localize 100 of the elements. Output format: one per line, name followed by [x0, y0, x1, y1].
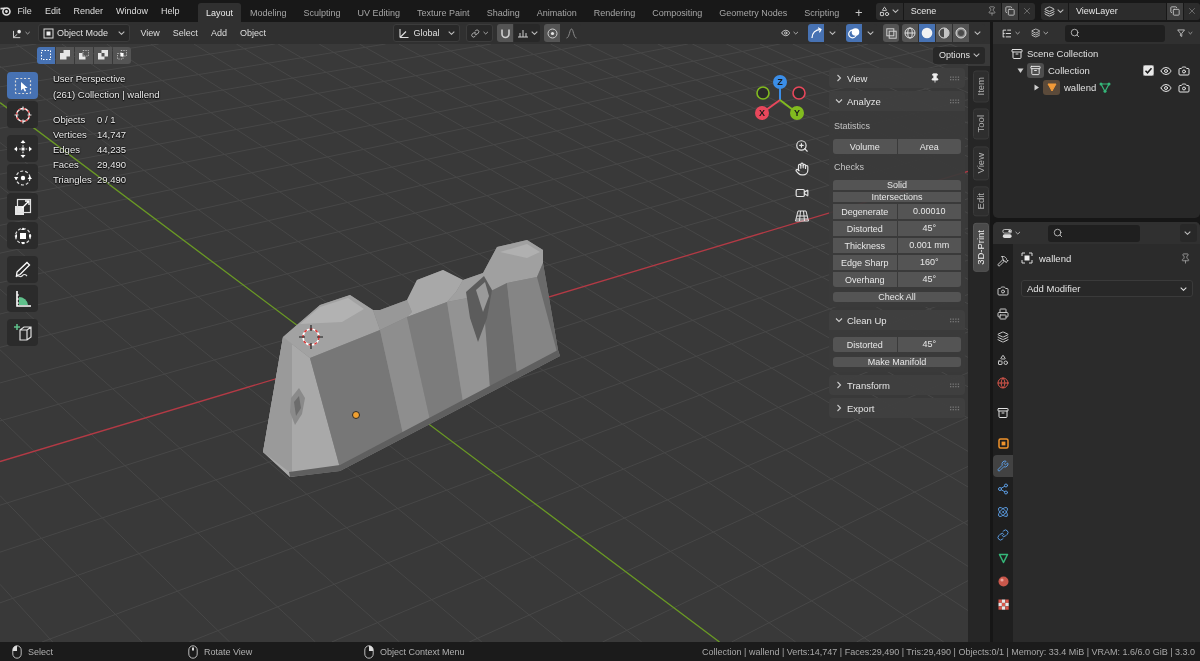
shading-button[interactable] — [902, 24, 918, 42]
sidebar-tab[interactable]: View — [973, 145, 989, 181]
panel-button[interactable]: Check All — [833, 292, 961, 302]
sidebar-tab[interactable]: 3D-Print — [973, 222, 989, 272]
shading-button[interactable] — [953, 24, 969, 42]
delete-button[interactable] — [1184, 2, 1200, 20]
workspace-tab[interactable]: Shading — [479, 3, 528, 22]
gizmo-axis-handle[interactable]: X — [755, 99, 781, 120]
panel-button[interactable]: Make Manifold — [833, 357, 961, 367]
menu-item[interactable]: Object — [233, 24, 273, 42]
gizmo-axis-handle[interactable]: Y — [779, 99, 804, 120]
tool-button[interactable] — [7, 256, 38, 283]
search-field[interactable] — [1065, 24, 1165, 42]
shading-button[interactable] — [936, 24, 952, 42]
panel-button[interactable]: Distorted — [833, 221, 897, 236]
select-mode-button[interactable] — [75, 46, 93, 64]
add-modifier-dropdown[interactable]: Add Modifier — [1021, 280, 1193, 297]
eye-icon[interactable] — [1160, 64, 1172, 77]
tool-button[interactable] — [7, 164, 38, 191]
panel-header[interactable]: Clean Up — [829, 310, 965, 330]
tool-button[interactable] — [7, 222, 38, 249]
add-workspace-button[interactable]: + — [851, 3, 866, 22]
menu-item[interactable]: Window — [109, 2, 155, 20]
view-layer-name-field[interactable]: ViewLayer — [1068, 2, 1166, 20]
expand-toggle[interactable] — [1016, 66, 1024, 75]
panel-header[interactable]: View — [829, 68, 965, 88]
delete-button[interactable] — [1018, 2, 1035, 20]
copy-button[interactable] — [1167, 2, 1183, 20]
scene-selector-button[interactable] — [875, 2, 903, 20]
workspace-tab[interactable]: Animation — [529, 3, 585, 22]
sidebar-tab[interactable]: Tool — [973, 108, 989, 140]
tool-button[interactable] — [7, 319, 38, 346]
gizmo-toggle[interactable] — [808, 24, 824, 42]
workspace-tab[interactable]: Scripting — [796, 3, 847, 22]
xray-toggle[interactable] — [883, 24, 899, 42]
panel-button[interactable]: Thickness — [833, 238, 897, 253]
menu-item[interactable]: Add — [204, 24, 234, 42]
panel-button[interactable]: Intersections — [833, 192, 961, 202]
tool-button[interactable] — [7, 193, 38, 220]
gizmo-axis-handle[interactable] — [792, 86, 806, 100]
panel-button[interactable]: Solid — [833, 180, 961, 190]
eye-icon[interactable] — [1160, 81, 1172, 94]
tool-button[interactable] — [7, 135, 38, 162]
workspace-tab[interactable]: Layout — [198, 3, 241, 22]
menu-item[interactable]: Select — [166, 24, 205, 42]
snap-toggle[interactable] — [497, 24, 514, 42]
copy-button[interactable] — [1001, 2, 1018, 20]
menu-item[interactable]: File — [10, 2, 39, 20]
panel-button[interactable]: Edge Sharp — [833, 255, 897, 270]
select-mode-button[interactable] — [113, 46, 131, 64]
panel-button[interactable]: Distorted — [833, 337, 897, 352]
panel-header[interactable]: Transform — [829, 375, 965, 395]
pin-icon[interactable] — [1180, 252, 1191, 264]
panel-header[interactable]: Analyze — [829, 91, 965, 111]
tool-button[interactable] — [7, 101, 38, 128]
panel-button[interactable]: Degenerate — [833, 204, 897, 219]
panel-button[interactable]: Overhang — [833, 272, 897, 287]
panel-button[interactable]: Volume — [833, 139, 897, 154]
workspace-tab[interactable]: Sculpting — [296, 3, 349, 22]
camera-icon[interactable] — [1178, 81, 1190, 94]
sidebar-tab[interactable]: Item — [973, 70, 989, 103]
value-field[interactable]: 0.00010 — [897, 204, 961, 219]
checkbox[interactable] — [1143, 65, 1154, 76]
scene-name-field[interactable]: Scene — [903, 2, 1001, 20]
workspace-tab[interactable]: UV Editing — [350, 3, 408, 22]
tree-item-label[interactable]: Collection — [1048, 65, 1090, 76]
value-field[interactable]: 45° — [897, 272, 961, 287]
tree-item-label[interactable]: wallend — [1064, 82, 1097, 93]
menu-item[interactable]: Help — [154, 2, 186, 20]
select-mode-button[interactable] — [94, 46, 112, 64]
menu-item[interactable]: Edit — [38, 2, 67, 20]
panel-header[interactable]: Export — [829, 398, 965, 418]
select-mode-button[interactable] — [56, 46, 74, 64]
orientation-dropdown[interactable]: Global — [393, 24, 461, 42]
value-field[interactable]: 0.001 mm — [897, 238, 961, 253]
proportional-toggle[interactable] — [544, 24, 561, 42]
workspace-tab[interactable]: Texture Paint — [409, 3, 478, 22]
workspace-tab[interactable]: Modeling — [242, 3, 295, 22]
select-mode-button[interactable] — [37, 46, 55, 64]
workspace-tab[interactable]: Compositing — [644, 3, 710, 22]
expand-toggle[interactable] — [1032, 83, 1040, 92]
workspace-tab[interactable]: Geometry Nodes — [711, 3, 795, 22]
panel-button[interactable]: Area — [897, 139, 961, 154]
search-field[interactable] — [1048, 224, 1140, 242]
tool-button[interactable] — [7, 285, 38, 312]
value-field[interactable]: 45° — [897, 221, 961, 236]
mode-dropdown[interactable]: Object Mode — [38, 24, 130, 42]
value-field[interactable]: 45° — [897, 337, 961, 352]
view-layer-selector-button[interactable] — [1040, 2, 1068, 20]
workspace-tab[interactable]: Rendering — [586, 3, 643, 22]
options-dropdown[interactable]: Options — [933, 46, 985, 64]
sidebar-tab[interactable]: Edit — [973, 186, 989, 217]
shading-button[interactable] — [919, 24, 935, 42]
menu-item[interactable]: Render — [66, 2, 110, 20]
snap-target-dropdown[interactable] — [514, 24, 541, 42]
pivot-dropdown[interactable] — [466, 24, 494, 42]
overlays-toggle[interactable] — [846, 24, 862, 42]
tree-item-label[interactable]: Scene Collection — [1027, 48, 1099, 59]
value-field[interactable]: 160° — [897, 255, 961, 270]
gizmo-axis-handle[interactable] — [756, 86, 770, 100]
